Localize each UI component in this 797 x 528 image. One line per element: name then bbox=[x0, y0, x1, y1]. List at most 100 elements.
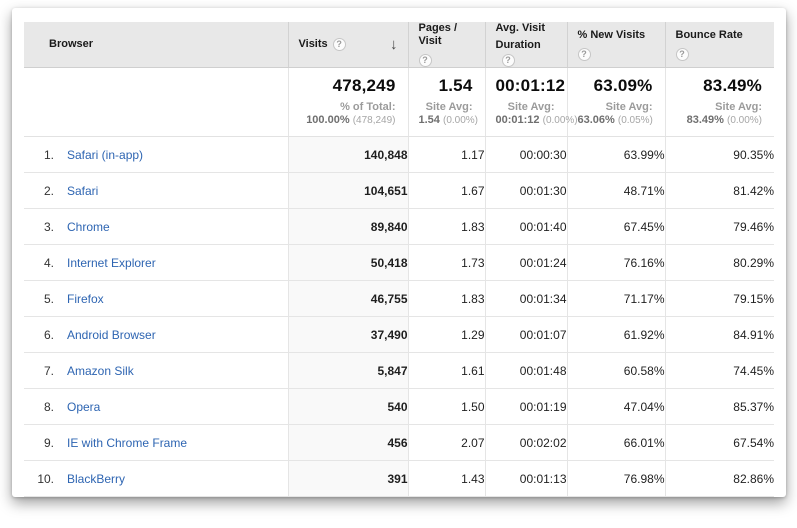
pages-per-visit-value: 1.43 bbox=[408, 461, 485, 497]
column-header-visits[interactable]: Visits ? ↓ bbox=[288, 22, 408, 68]
avg-visit-duration-value: 00:01:13 bbox=[485, 461, 567, 497]
summary-avg-visit-duration-cell: 00:01:12 Site Avg: 00:01:12 (0.00%) bbox=[485, 68, 567, 137]
help-icon[interactable]: ? bbox=[502, 54, 515, 67]
pages-per-visit-value: 1.50 bbox=[408, 389, 485, 425]
avg-visit-duration-value: 00:01:48 bbox=[485, 353, 567, 389]
table-row: 8.Opera 540 1.50 00:01:19 47.04% 85.37% bbox=[24, 389, 774, 425]
column-header-avg-visit-duration-label-line2: Duration bbox=[496, 39, 541, 51]
avg-visit-duration-value: 00:01:07 bbox=[485, 317, 567, 353]
summary-browser-cell bbox=[24, 68, 288, 137]
visits-value: 46,755 bbox=[288, 281, 408, 317]
avg-visit-duration-value: 00:01:30 bbox=[485, 173, 567, 209]
summary-pct-new-visits-cell: 63.09% Site Avg: 63.06% (0.05%) bbox=[567, 68, 665, 137]
bounce-rate-value: 74.45% bbox=[665, 353, 774, 389]
visits-value: 50,418 bbox=[288, 245, 408, 281]
pct-new-visits-value: 48.71% bbox=[567, 173, 665, 209]
browser-link[interactable]: Internet Explorer bbox=[67, 256, 156, 270]
column-header-pages-per-visit[interactable]: Pages / Visit ? bbox=[408, 22, 485, 68]
visits-value: 140,848 bbox=[288, 137, 408, 173]
bounce-rate-value: 79.15% bbox=[665, 281, 774, 317]
browser-link[interactable]: Safari (in-app) bbox=[67, 148, 143, 162]
analytics-table-panel: Browser Visits ? ↓ Pages / Visit ? Avg. … bbox=[12, 8, 786, 497]
pct-new-visits-value: 67.45% bbox=[567, 209, 665, 245]
browser-link[interactable]: Safari bbox=[67, 184, 98, 198]
row-rank: 8. bbox=[24, 400, 54, 414]
column-header-avg-visit-duration-label-line1: Avg. Visit bbox=[496, 22, 557, 35]
visits-value: 104,651 bbox=[288, 173, 408, 209]
column-header-browser-label: Browser bbox=[49, 38, 93, 50]
summary-pages-per-visit-sub-label: Site Avg: bbox=[419, 101, 473, 114]
row-rank: 3. bbox=[24, 220, 54, 234]
bounce-rate-value: 81.42% bbox=[665, 173, 774, 209]
browser-link[interactable]: Android Browser bbox=[67, 328, 156, 342]
visits-value: 540 bbox=[288, 389, 408, 425]
pct-new-visits-value: 63.99% bbox=[567, 137, 665, 173]
visits-value: 37,490 bbox=[288, 317, 408, 353]
summary-pages-per-visit-total: 1.54 bbox=[419, 76, 473, 96]
column-header-pct-new-visits[interactable]: % New Visits ? bbox=[567, 22, 665, 68]
table-row: 1.Safari (in-app) 140,848 1.17 00:00:30 … bbox=[24, 137, 774, 173]
help-icon[interactable]: ? bbox=[676, 48, 689, 61]
row-rank: 7. bbox=[24, 364, 54, 378]
browser-link[interactable]: Opera bbox=[67, 400, 100, 414]
table-row: 9. IE with Chrome Frame 456 2.07 00:02:02… bbox=[24, 425, 774, 461]
visits-value: 456 bbox=[288, 425, 408, 461]
browser-link[interactable]: Firefox bbox=[67, 292, 104, 306]
summary-visits-cell: 478,249 % of Total: 100.00% (478,249) bbox=[288, 68, 408, 137]
summary-bounce-rate-total: 83.49% bbox=[676, 76, 763, 96]
avg-visit-duration-value: 00:02:02 bbox=[485, 425, 567, 461]
pages-per-visit-value: 1.83 bbox=[408, 209, 485, 245]
avg-visit-duration-value: 00:01:19 bbox=[485, 389, 567, 425]
column-header-avg-visit-duration[interactable]: Avg. Visit Duration? bbox=[485, 22, 567, 68]
browser-link[interactable]: Amazon Silk bbox=[67, 364, 134, 378]
pages-per-visit-value: 1.29 bbox=[408, 317, 485, 353]
summary-pct-new-visits-avg: 63.06% bbox=[578, 114, 615, 126]
pct-new-visits-value: 47.04% bbox=[567, 389, 665, 425]
summary-pages-per-visit-avg: 1.54 bbox=[419, 114, 440, 126]
summary-pct-new-visits-sub-label: Site Avg: bbox=[578, 101, 653, 114]
visits-value: 89,840 bbox=[288, 209, 408, 245]
pct-new-visits-value: 71.17% bbox=[567, 281, 665, 317]
visits-value: 391 bbox=[288, 461, 408, 497]
summary-pages-per-visit-cell: 1.54 Site Avg: 1.54 (0.00%) bbox=[408, 68, 485, 137]
summary-visits-sub-label: % of Total: bbox=[299, 101, 396, 114]
bounce-rate-value: 80.29% bbox=[665, 245, 774, 281]
table-row: 4.Internet Explorer 50,418 1.73 00:01:24… bbox=[24, 245, 774, 281]
column-header-pct-new-visits-label: % New Visits bbox=[578, 29, 655, 42]
table-row: 3. Chrome 89,840 1.83 00:01:40 67.45% 79.… bbox=[24, 209, 774, 245]
help-icon[interactable]: ? bbox=[419, 54, 432, 67]
column-header-bounce-rate-label: Bounce Rate bbox=[676, 29, 765, 42]
browser-link[interactable]: BlackBerry bbox=[67, 472, 125, 486]
table-row: 5. Firefox 46,755 1.83 00:01:34 71.17% 79… bbox=[24, 281, 774, 317]
help-icon[interactable]: ? bbox=[333, 38, 346, 51]
help-icon[interactable]: ? bbox=[578, 48, 591, 61]
column-header-pages-per-visit-label: Pages / Visit bbox=[419, 22, 475, 48]
column-header-visits-label: Visits bbox=[299, 38, 328, 51]
pages-per-visit-value: 2.07 bbox=[408, 425, 485, 461]
bounce-rate-value: 90.35% bbox=[665, 137, 774, 173]
avg-visit-duration-value: 00:01:24 bbox=[485, 245, 567, 281]
bounce-rate-value: 84.91% bbox=[665, 317, 774, 353]
summary-row: 478,249 % of Total: 100.00% (478,249) 1.… bbox=[24, 68, 774, 137]
browser-link[interactable]: IE with Chrome Frame bbox=[67, 436, 187, 450]
browser-link[interactable]: Chrome bbox=[67, 220, 110, 234]
pages-per-visit-value: 1.67 bbox=[408, 173, 485, 209]
pages-per-visit-value: 1.61 bbox=[408, 353, 485, 389]
bounce-rate-value: 79.46% bbox=[665, 209, 774, 245]
summary-pct-new-visits-paren: (0.05%) bbox=[618, 115, 653, 126]
sort-descending-icon[interactable]: ↓ bbox=[390, 38, 398, 51]
column-header-browser[interactable]: Browser bbox=[24, 22, 288, 68]
row-rank: 9. bbox=[24, 436, 54, 450]
column-header-bounce-rate[interactable]: Bounce Rate ? bbox=[665, 22, 774, 68]
summary-bounce-rate-paren: (0.00%) bbox=[727, 115, 762, 126]
summary-bounce-rate-avg: 83.49% bbox=[687, 114, 724, 126]
avg-visit-duration-value: 00:01:40 bbox=[485, 209, 567, 245]
avg-visit-duration-value: 00:00:30 bbox=[485, 137, 567, 173]
row-rank: 5. bbox=[24, 292, 54, 306]
visits-value: 5,847 bbox=[288, 353, 408, 389]
summary-avg-visit-duration-avg: 00:01:12 bbox=[496, 114, 540, 126]
table-header-row: Browser Visits ? ↓ Pages / Visit ? Avg. … bbox=[24, 22, 774, 68]
avg-visit-duration-value: 00:01:34 bbox=[485, 281, 567, 317]
pages-per-visit-value: 1.83 bbox=[408, 281, 485, 317]
pages-per-visit-value: 1.17 bbox=[408, 137, 485, 173]
